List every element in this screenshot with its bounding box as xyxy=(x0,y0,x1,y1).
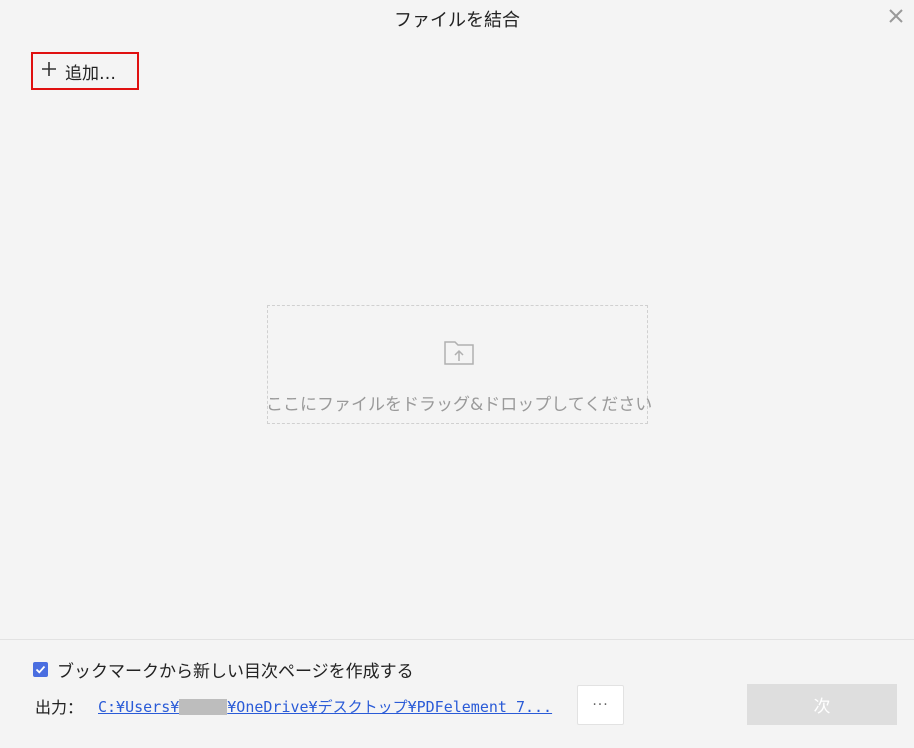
browse-output-button[interactable]: ··· xyxy=(577,685,624,725)
output-path-link[interactable]: C:¥Users¥ ¥OneDrive¥デスクトップ¥PDFelement 7..… xyxy=(98,696,552,717)
dialog-title: ファイルを結合 xyxy=(394,10,520,31)
checkmark-icon xyxy=(35,665,46,674)
add-files-label: 追加… xyxy=(65,63,116,84)
output-row: 出力： C:¥Users¥ ¥OneDrive¥デスクトップ¥PDFelement… xyxy=(35,691,552,721)
plus-icon xyxy=(41,60,57,82)
folder-upload-icon xyxy=(444,341,474,365)
redacted-username xyxy=(179,699,228,715)
next-button[interactable]: 次 xyxy=(747,684,897,725)
footer-divider xyxy=(0,639,914,640)
close-button[interactable] xyxy=(886,6,906,26)
bookmark-option: ブックマークから新しい目次ページを作成する xyxy=(33,657,414,682)
merge-files-dialog: ファイルを結合 追加… ここにファイルをドラッグ&ドロップしてください ブックマ… xyxy=(0,0,914,748)
drop-zone-hint: ここにファイルをドラッグ&ドロップしてください xyxy=(266,395,653,415)
output-path-suffix: ¥OneDrive¥デスクトップ¥PDFelement 7... xyxy=(227,697,553,716)
output-path-prefix: C:¥Users¥ xyxy=(98,697,180,716)
file-drop-zone[interactable]: ここにファイルをドラッグ&ドロップしてください xyxy=(266,305,652,424)
close-icon xyxy=(889,9,903,23)
output-label: 出力： xyxy=(35,698,84,717)
add-files-button[interactable]: 追加… xyxy=(31,52,139,90)
bookmark-label: ブックマークから新しい目次ページを作成する xyxy=(57,662,414,682)
more-icon: ··· xyxy=(592,697,609,713)
bookmark-checkbox[interactable] xyxy=(33,662,48,677)
